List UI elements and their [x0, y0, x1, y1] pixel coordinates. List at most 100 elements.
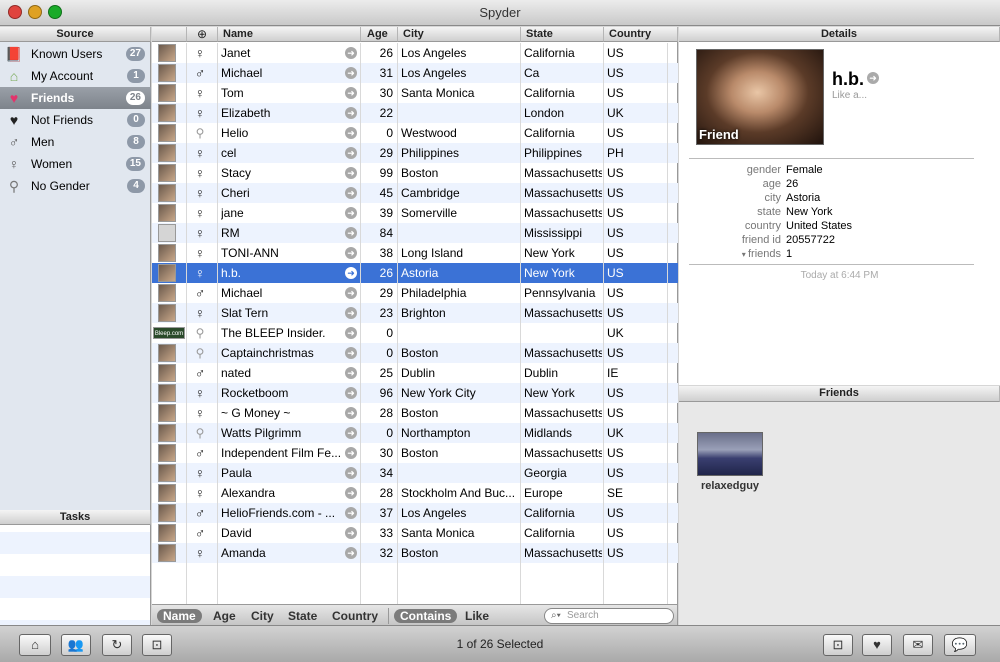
table-row[interactable]: Bleep.com ⚲ The BLEEP Insider. ➜ 0 UK — [152, 323, 678, 343]
table-row[interactable]: ♂ nated ➜ 25 Dublin Dublin IE — [152, 363, 678, 383]
row-detail-arrow-icon[interactable]: ➜ — [345, 527, 357, 539]
friend-thumbnail[interactable] — [697, 432, 763, 476]
refresh-button[interactable]: ↻ — [102, 634, 132, 656]
mail-button[interactable]: ✉ — [903, 634, 933, 656]
row-detail-arrow-icon[interactable]: ➜ — [345, 127, 357, 139]
row-detail-arrow-icon[interactable]: ➜ — [345, 507, 357, 519]
table-row[interactable]: ♀ Cheri ➜ 45 Cambridge Massachusetts US — [152, 183, 678, 203]
users-button[interactable]: 👥 — [61, 634, 91, 656]
table-row[interactable]: ♂ Michael ➜ 29 Philadelphia Pennsylvania US — [152, 283, 678, 303]
column-header-city[interactable]: City — [398, 27, 521, 42]
row-detail-arrow-icon[interactable]: ➜ — [345, 447, 357, 459]
cell-country: SE — [607, 486, 624, 500]
table-row[interactable]: ♀ Elizabeth ➜ 22 London UK — [152, 103, 678, 123]
row-detail-arrow-icon[interactable]: ➜ — [345, 347, 357, 359]
source-item-men[interactable]: ♂ Men 8 — [0, 131, 151, 153]
filter-field-country[interactable]: Country — [326, 609, 384, 623]
cell-name: Alexandra — [221, 486, 276, 500]
row-detail-arrow-icon[interactable]: ➜ — [345, 187, 357, 199]
filter-field-city[interactable]: City — [245, 609, 280, 623]
table-row[interactable]: ♀ ~ G Money ~ ➜ 28 Boston Massachusetts US — [152, 403, 678, 423]
source-item-not-friends[interactable]: ♥ Not Friends 0 — [0, 109, 151, 131]
table-row[interactable]: ♀ Alexandra ➜ 28 Stockholm And Buc... Europe S… — [152, 483, 678, 503]
cell-age: 0 — [386, 426, 393, 440]
window-titlebar[interactable]: Spyder — [0, 0, 1000, 26]
table-row[interactable]: ♂ David ➜ 33 Santa Monica California US — [152, 523, 678, 543]
row-detail-arrow-icon[interactable]: ➜ — [345, 287, 357, 299]
row-detail-arrow-icon[interactable]: ➜ — [345, 307, 357, 319]
table-row[interactable]: ♀ Paula ➜ 34 Georgia US — [152, 463, 678, 483]
table-row[interactable]: ♀ Janet ➜ 26 Los Angeles California US — [152, 43, 678, 63]
column-header-age[interactable]: Age — [361, 27, 398, 42]
column-header-country[interactable]: Country — [604, 27, 678, 42]
avatar — [158, 264, 176, 282]
row-detail-arrow-icon[interactable]: ➜ — [345, 47, 357, 59]
profile-link-arrow-icon[interactable]: ➜ — [867, 72, 879, 84]
source-item-friends[interactable]: ♥ Friends 26 — [0, 87, 151, 109]
table-row[interactable]: ♀ RM ➜ 84 Mississippi US — [152, 223, 678, 243]
filter-mode-like[interactable]: Like — [459, 609, 495, 623]
filter-divider — [388, 608, 389, 624]
zoom-window-button[interactable] — [48, 5, 62, 19]
tasks-header: Tasks — [0, 510, 151, 525]
row-detail-arrow-icon[interactable]: ➜ — [345, 267, 357, 279]
row-detail-arrow-icon[interactable]: ➜ — [345, 547, 357, 559]
row-detail-arrow-icon[interactable]: ➜ — [345, 147, 357, 159]
table-row[interactable]: ♀ h.b. ➜ 26 Astoria New York US — [152, 263, 678, 283]
detail-key-friends[interactable]: ▾ friends — [671, 248, 781, 260]
table-row[interactable]: ♂ HelioFriends.com - ... ➜ 37 Los Angeles Cal… — [152, 503, 678, 523]
table-row[interactable]: ♀ jane ➜ 39 Somerville Massachusetts US — [152, 203, 678, 223]
filter-mode-contains[interactable]: Contains — [394, 609, 458, 623]
search-field[interactable]: ⌕▾ Search — [544, 608, 674, 624]
minimize-window-button[interactable] — [28, 5, 42, 19]
detail-value-friends: 1 — [786, 248, 793, 260]
row-detail-arrow-icon[interactable]: ➜ — [345, 407, 357, 419]
column-header-photo[interactable] — [152, 27, 187, 42]
column-header-state[interactable]: State — [521, 27, 604, 42]
table-row[interactable]: ♂ Independent Film Fe... ➜ 30 Boston Massachu… — [152, 443, 678, 463]
row-detail-arrow-icon[interactable]: ➜ — [345, 227, 357, 239]
chat-button[interactable]: 💬 — [944, 634, 976, 656]
row-detail-arrow-icon[interactable]: ➜ — [345, 167, 357, 179]
row-detail-arrow-icon[interactable]: ➜ — [345, 467, 357, 479]
table-row[interactable]: ⚲ Helio ➜ 0 Westwood California US — [152, 123, 678, 143]
row-detail-arrow-icon[interactable]: ➜ — [345, 427, 357, 439]
download-button[interactable]: ⊡ — [142, 634, 172, 656]
table-row[interactable]: ♀ Rocketboom ➜ 96 New York City New York US — [152, 383, 678, 403]
column-header-name[interactable]: Name — [218, 27, 361, 42]
table-row[interactable]: ♀ Amanda ➜ 32 Boston Massachusetts US — [152, 543, 678, 563]
row-detail-arrow-icon[interactable]: ➜ — [345, 487, 357, 499]
row-detail-arrow-icon[interactable]: ➜ — [345, 67, 357, 79]
friend-name[interactable]: relaxedguy — [679, 480, 781, 492]
table-row[interactable]: ♀ Tom ➜ 30 Santa Monica California US — [152, 83, 678, 103]
table-row[interactable]: ♂ Michael ➜ 31 Los Angeles Ca US — [152, 63, 678, 83]
table-row[interactable]: ⚲ Captainchristmas ➜ 0 Boston Massachusetts US — [152, 343, 678, 363]
filter-field-name[interactable]: Name — [157, 609, 202, 623]
row-detail-arrow-icon[interactable]: ➜ — [345, 367, 357, 379]
row-detail-arrow-icon[interactable]: ➜ — [345, 387, 357, 399]
filter-field-state[interactable]: State — [282, 609, 323, 623]
female-icon: ♀ — [194, 85, 206, 101]
favorite-button[interactable]: ♥ — [862, 634, 892, 656]
filter-field-age[interactable]: Age — [207, 609, 242, 623]
row-detail-arrow-icon[interactable]: ➜ — [345, 247, 357, 259]
table-row[interactable]: ⚲ Watts Pilgrimm ➜ 0 Northampton Midlands UK — [152, 423, 678, 443]
row-detail-arrow-icon[interactable]: ➜ — [345, 207, 357, 219]
row-detail-arrow-icon[interactable]: ➜ — [345, 327, 357, 339]
cell-name: Rocketboom — [221, 386, 289, 400]
source-item-women[interactable]: ♀ Women 15 — [0, 153, 151, 175]
close-window-button[interactable] — [8, 5, 22, 19]
row-detail-arrow-icon[interactable]: ➜ — [345, 107, 357, 119]
source-item-known-users[interactable]: 📕 Known Users 27 — [0, 43, 151, 65]
row-detail-arrow-icon[interactable]: ➜ — [345, 87, 357, 99]
table-row[interactable]: ♀ Slat Tern ➜ 23 Brighton Massachusetts US — [152, 303, 678, 323]
source-item-my-account[interactable]: ⌂ My Account 1 — [0, 65, 151, 87]
table-row[interactable]: ♀ Stacy ➜ 99 Boston Massachusetts US — [152, 163, 678, 183]
column-header-gender[interactable]: ⊕ — [187, 27, 218, 42]
home-button[interactable]: ⌂ — [19, 634, 51, 656]
table-row[interactable]: ♀ cel ➜ 29 Philippines Philippines PH — [152, 143, 678, 163]
archive-button[interactable]: ⊡ — [823, 634, 853, 656]
cell-country: US — [607, 546, 624, 560]
source-item-no-gender[interactable]: ⚲ No Gender 4 — [0, 175, 151, 197]
table-row[interactable]: ♀ TONI-ANN ➜ 38 Long Island New York US — [152, 243, 678, 263]
